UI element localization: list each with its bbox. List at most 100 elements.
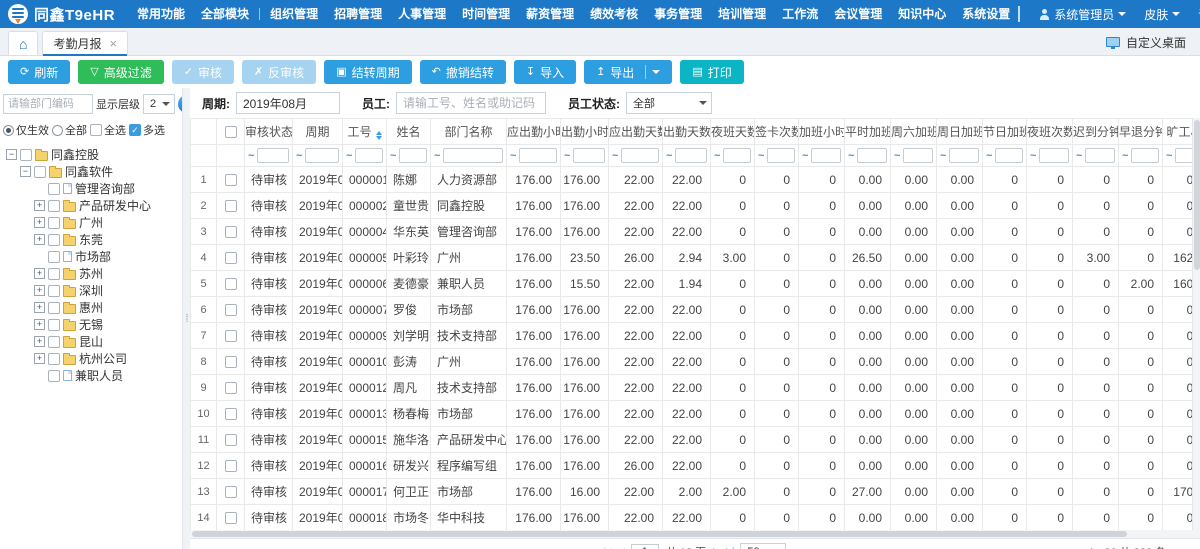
column-filter-input[interactable] xyxy=(443,148,503,163)
row-checkbox[interactable] xyxy=(225,382,237,394)
nav-item[interactable]: 知识中心 xyxy=(890,0,954,28)
column-header-18[interactable]: 迟到分钟 xyxy=(1073,119,1119,145)
column-header-7[interactable]: 出勤小时 xyxy=(561,119,609,145)
checkbox-icon[interactable] xyxy=(48,251,60,263)
table-row[interactable]: 6待审核2019年08月000007罗俊市场部176.00176.0022.00… xyxy=(191,297,1200,323)
nav-item[interactable]: 人事管理 xyxy=(390,0,454,28)
nav-item[interactable]: 全部模块 xyxy=(193,0,257,28)
option-全部[interactable]: 全部 xyxy=(52,122,87,138)
checkbox-icon[interactable] xyxy=(48,234,60,246)
column-filter-input[interactable] xyxy=(723,148,751,163)
column-filter-input[interactable] xyxy=(257,148,289,163)
tree-item[interactable]: +杭州公司 xyxy=(4,350,182,367)
column-header-3[interactable]: 工号 xyxy=(343,119,387,145)
advanced-filter-button[interactable]: ▽高级过滤 xyxy=(78,60,163,84)
tree-toggle-icon[interactable]: + xyxy=(34,285,45,296)
row-checkbox[interactable] xyxy=(225,434,237,446)
tree-item[interactable]: 管理咨询部 xyxy=(4,180,182,197)
checkbox-icon[interactable] xyxy=(48,336,60,348)
checkbox-icon[interactable]: ✓ xyxy=(129,124,141,136)
column-header-4[interactable]: 姓名 xyxy=(387,119,431,145)
table-row[interactable]: 7待审核2019年08月000009刘学明技术支持部176.00176.0022… xyxy=(191,323,1200,349)
column-filter-input[interactable] xyxy=(1039,148,1069,163)
column-filter-input[interactable] xyxy=(305,148,339,163)
table-row[interactable]: 13待审核2019年08月000017何卫正市场部176.0016.0022.0… xyxy=(191,479,1200,505)
tree-toggle-icon[interactable]: − xyxy=(6,149,17,160)
nav-item[interactable]: 会议管理 xyxy=(826,0,890,28)
export-button[interactable]: ↥导出 xyxy=(584,60,672,84)
checkbox-icon[interactable] xyxy=(90,124,102,136)
tree-item[interactable]: +昆山 xyxy=(4,333,182,350)
refresh-button[interactable]: ⟳刷新 xyxy=(8,60,70,84)
tab-attendance-monthly-report[interactable]: 考勤月报 × xyxy=(42,31,128,55)
row-checkbox[interactable] xyxy=(225,278,237,290)
tree-toggle-icon[interactable]: + xyxy=(34,234,45,245)
table-row[interactable]: 11待审核2019年08月000015施华洛产品研发中心176.00176.00… xyxy=(191,427,1200,453)
table-row[interactable]: 5待审核2019年08月000006麦德豪兼职人员176.0015.5022.0… xyxy=(191,271,1200,297)
option-仅生效[interactable]: 仅生效 xyxy=(3,122,49,138)
checkbox-icon[interactable] xyxy=(48,200,60,212)
column-header-15[interactable]: 周日加班 xyxy=(937,119,983,145)
column-filter-input[interactable] xyxy=(857,148,887,163)
nav-item[interactable]: 工作流 xyxy=(774,0,826,28)
radio-icon[interactable] xyxy=(3,125,14,136)
tree-item[interactable]: +广州 xyxy=(4,214,182,231)
table-row[interactable]: 9待审核2019年08月000012周凡技术支持部176.00176.0022.… xyxy=(191,375,1200,401)
row-checkbox[interactable] xyxy=(225,408,237,420)
table-row[interactable]: 14待审核2019年08月000018市场冬华中科技176.00176.0022… xyxy=(191,505,1200,531)
column-filter-input[interactable] xyxy=(949,148,979,163)
column-header-14[interactable]: 周六加班 xyxy=(891,119,937,145)
nav-item[interactable]: 常用功能 xyxy=(129,0,193,28)
tree-item[interactable]: −同鑫软件 xyxy=(4,163,182,180)
horizontal-scrollbar[interactable] xyxy=(190,530,1200,538)
tree-toggle-icon[interactable]: + xyxy=(34,200,45,211)
checkbox-icon[interactable] xyxy=(20,149,32,161)
checkbox-icon[interactable] xyxy=(48,183,60,195)
tree-item[interactable]: +无锡 xyxy=(4,316,182,333)
nav-item[interactable]: 招聘管理 xyxy=(326,0,390,28)
column-filter-input[interactable] xyxy=(519,148,557,163)
print-button[interactable]: ▤打印 xyxy=(680,60,743,84)
row-checkbox[interactable] xyxy=(225,356,237,368)
close-icon[interactable]: × xyxy=(109,37,117,50)
row-checkbox[interactable] xyxy=(225,460,237,472)
tree-toggle-icon[interactable]: + xyxy=(34,268,45,279)
column-header-17[interactable]: 夜班次数 xyxy=(1027,119,1073,145)
skin-menu[interactable]: 皮肤 xyxy=(1135,6,1189,23)
employee-status-select[interactable]: 全部 xyxy=(626,92,712,114)
vertical-scrollbar-thumb[interactable] xyxy=(1194,120,1200,270)
row-checkbox[interactable] xyxy=(225,174,237,186)
tree-item[interactable]: 兼职人员 xyxy=(4,367,182,384)
user-menu[interactable]: 系统管理员 xyxy=(1030,6,1135,23)
customize-desktop-button[interactable]: 自定义桌面 xyxy=(1106,28,1186,56)
select-all-checkbox[interactable] xyxy=(225,126,237,138)
tree-toggle-icon[interactable]: + xyxy=(34,353,45,364)
checkbox-icon[interactable] xyxy=(48,268,60,280)
tree-item[interactable]: 市场部 xyxy=(4,248,182,265)
sort-icon[interactable] xyxy=(376,131,382,140)
page-size-select[interactable]: 50 xyxy=(740,543,786,549)
table-row[interactable]: 4待审核2019年08月000005叶彩玲广州176.0023.5026.002… xyxy=(191,245,1200,271)
page-number-input[interactable] xyxy=(631,544,659,549)
panel-splitter[interactable]: ⁞ xyxy=(183,88,190,549)
nav-item[interactable]: 系统设置 xyxy=(954,0,1018,28)
tree-item[interactable]: +产品研发中心 xyxy=(4,197,182,214)
column-header-11[interactable]: 签卡次数 xyxy=(755,119,799,145)
nav-item[interactable]: 绩效考核 xyxy=(582,0,646,28)
column-header-10[interactable]: 夜班天数 xyxy=(711,119,755,145)
column-header-13[interactable]: 平时加班 xyxy=(845,119,891,145)
tree-item[interactable]: +东莞 xyxy=(4,231,182,248)
checkbox-icon[interactable] xyxy=(48,217,60,229)
tree-toggle-icon[interactable]: + xyxy=(34,302,45,313)
column-header-16[interactable]: 节日加班 xyxy=(983,119,1027,145)
row-checkbox[interactable] xyxy=(225,226,237,238)
dept-code-input[interactable] xyxy=(3,94,93,114)
tree-item[interactable]: +深圳 xyxy=(4,282,182,299)
column-header-1[interactable]: 审核状态 xyxy=(245,119,293,145)
table-row[interactable]: 3待审核2019年08月000004华东英管理咨询部176.00176.0022… xyxy=(191,219,1200,245)
language-menu[interactable]: 语言 xyxy=(1189,6,1200,23)
nav-item[interactable]: 事务管理 xyxy=(646,0,710,28)
column-header-5[interactable]: 部门名称 xyxy=(431,119,507,145)
checkbox-icon[interactable] xyxy=(48,319,60,331)
column-filter-input[interactable] xyxy=(621,148,659,163)
